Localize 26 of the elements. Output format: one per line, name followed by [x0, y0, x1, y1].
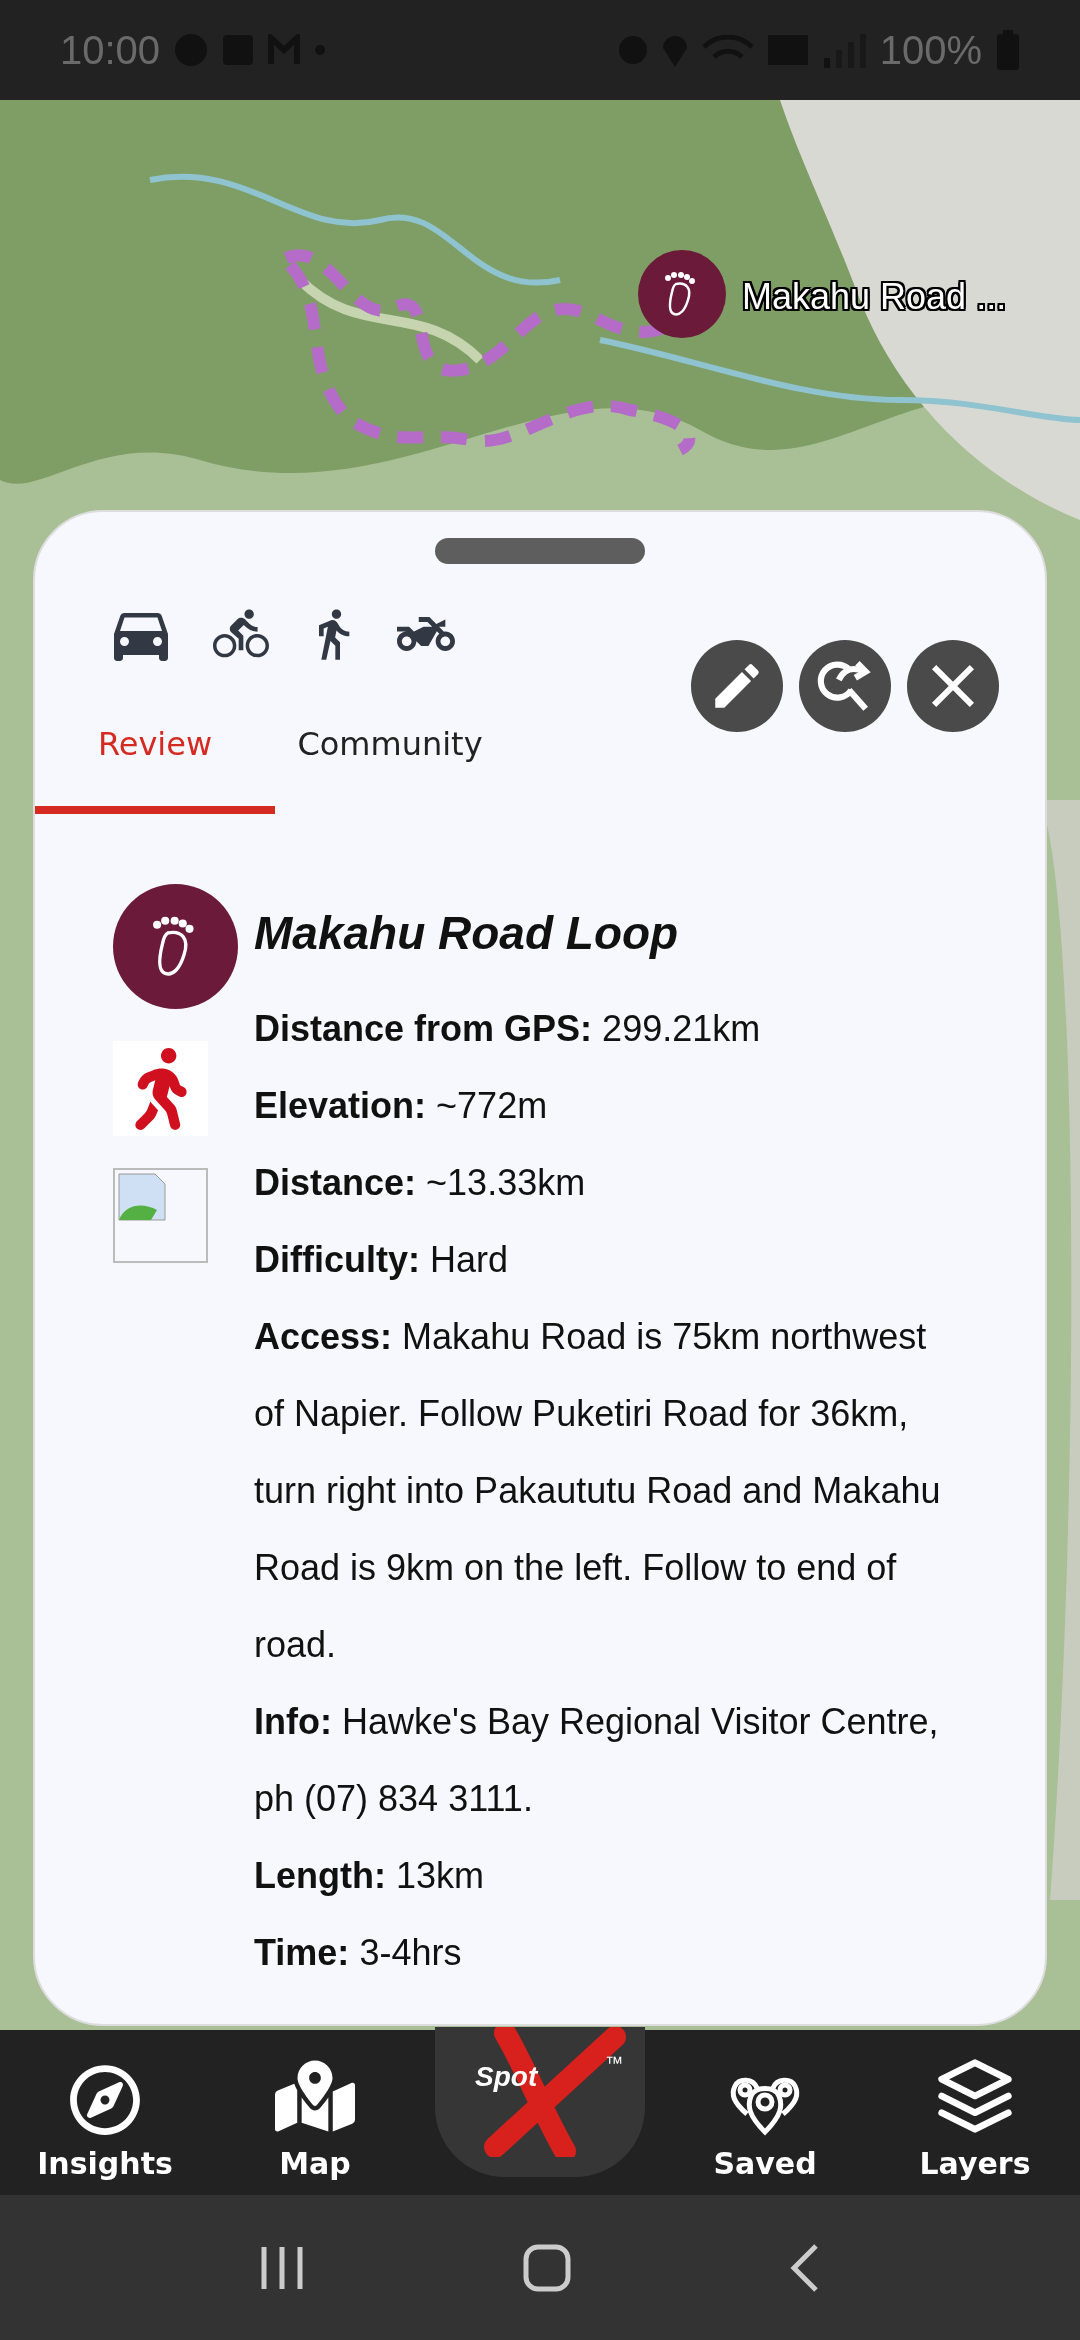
trail-title: Makahu Road Loop — [254, 906, 680, 960]
nav-button[interactable]: Layers — [885, 2030, 1065, 2195]
battery-percent: 100% — [879, 27, 982, 73]
compass-icon — [69, 2064, 141, 2136]
nav-button[interactable]: Saved — [675, 2030, 855, 2195]
back-icon[interactable] — [790, 2242, 821, 2293]
broken-image-icon — [113, 1168, 208, 1263]
trademark: ™ — [605, 2053, 623, 2074]
nav-button[interactable]: Insights — [15, 2030, 195, 2195]
detail-line: Difficulty: Hard — [254, 1238, 510, 1282]
nav-button[interactable]: Map — [225, 2030, 405, 2195]
tab[interactable]: Review — [35, 700, 275, 814]
recents-icon[interactable] — [259, 2244, 304, 2291]
detail-line: Length: 13km — [254, 1854, 485, 1898]
home-icon[interactable] — [523, 2243, 571, 2292]
detail-line: Access: Makahu Road is 75km northwest of Napier. Follow Puketiri Road for 36km, turn right into Pakaututu Road and Makahu Road is 9km on the left. Follow to end of road. — [254, 1315, 942, 1667]
detail-line: Elevation: ~772m — [254, 1084, 549, 1128]
detail-line: Distance from GPS: 299.21km — [254, 1007, 762, 1051]
tab[interactable]: Community — [275, 700, 505, 814]
drag-handle[interactable] — [435, 538, 645, 564]
layers-icon — [935, 2056, 1015, 2136]
detail-line: Distance: ~13.33km — [254, 1161, 587, 1205]
detail-line: Info: Hawke's Bay Regional Visitor Centre, ph (07) 834 3111. — [254, 1700, 940, 1821]
status-time: 10:00 — [60, 27, 161, 73]
detail-line: Time: 3-4hrs — [254, 1931, 463, 1975]
hiker-icon — [113, 1041, 208, 1136]
